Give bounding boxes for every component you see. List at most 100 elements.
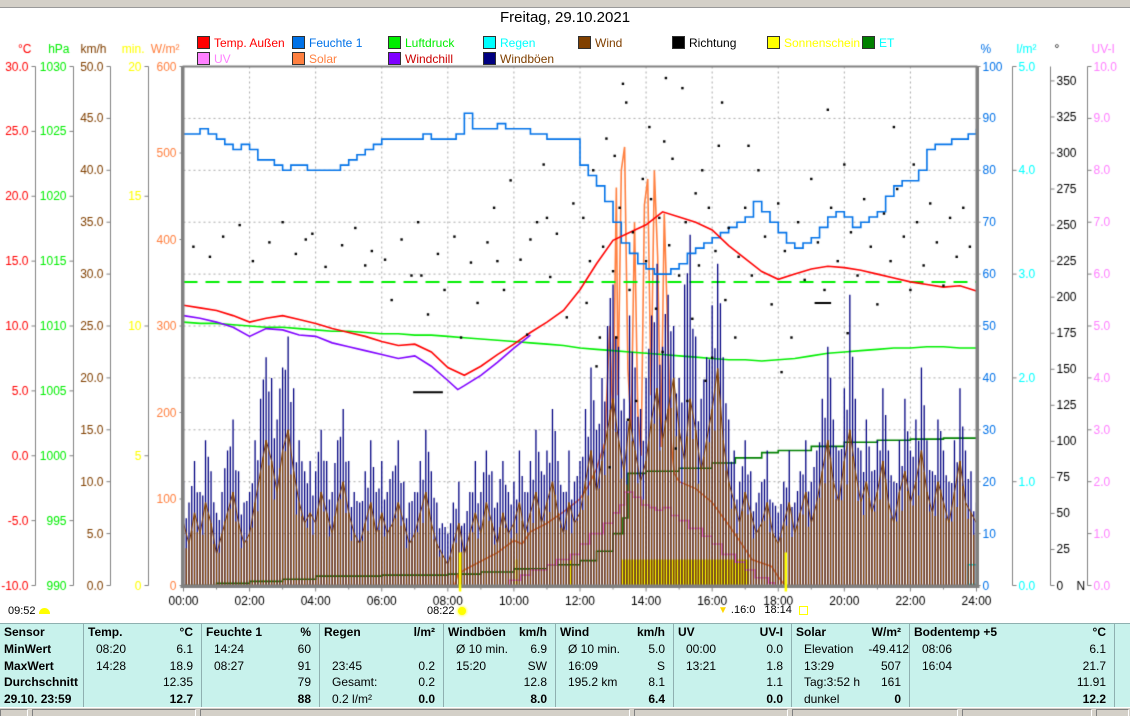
table-cell: [910, 691, 1034, 708]
table-column: Regenl/m²23:450.2Gesamt:0.20.2 l/m²0.0: [320, 624, 444, 708]
table-column-header: Regen: [320, 624, 392, 641]
table-cell: Ø 10 min.: [444, 641, 517, 658]
table-cell: SW 33.8: [517, 658, 555, 675]
table-row: 8.0: [444, 691, 555, 708]
table-cell: Ø 10 min.: [556, 641, 632, 658]
table-row: Gesamt:0.2: [320, 674, 443, 691]
table-cell: 0.0: [750, 691, 791, 708]
table-row: Tag:3:52 h161: [792, 674, 909, 691]
table-cell: 0.0: [400, 691, 443, 708]
table-cell: [910, 674, 1034, 691]
table-cell: 16:04: [910, 658, 1034, 675]
statusbar-pane: [962, 709, 1092, 716]
table-cell: 12.7: [160, 691, 201, 708]
table-cell: 00:00: [674, 641, 750, 658]
table-column-unit: l/m²: [392, 624, 443, 641]
peak-time-label: .16:0: [731, 604, 755, 616]
table-row: 88: [202, 691, 319, 708]
table-row: 16:09S 20.9: [556, 658, 673, 675]
table-column: Windböenkm/hØ 10 min.6.915:20SW 33.812.8…: [444, 624, 556, 708]
table-column: Feuchte 1%14:246008:27917988: [202, 624, 320, 708]
table-row: 12.2: [910, 691, 1114, 708]
table-column-header: Bodentemp +5: [910, 624, 1026, 641]
table-row: 29.10. 23:59: [0, 691, 83, 708]
table-row: Feuchte 1%: [202, 624, 319, 641]
table-column: Bodentemp +5°C08:066.116:0421.711.9112.2: [910, 624, 1115, 708]
table-column-unit: °C: [152, 624, 201, 641]
table-cell: [556, 691, 632, 708]
table-cell: 0.0: [750, 641, 791, 658]
table-row: 00:000.0: [674, 641, 791, 658]
table-row: dunkel0: [792, 691, 909, 708]
table-cell: dunkel: [792, 691, 868, 708]
table-row-header: MaxWert: [0, 658, 54, 675]
table-row: 14:2818.9: [84, 658, 201, 675]
sunrise-icon: [458, 607, 466, 615]
table-row: 14:2460: [202, 641, 319, 658]
moonrise-annotation: 09:52: [8, 605, 50, 617]
table-cell: 1.1: [750, 674, 791, 691]
sunrise-time: 08:22: [427, 605, 455, 617]
table-column: UVUV-I00:000.013:211.81.10.0: [674, 624, 792, 708]
table-row: 08:2791: [202, 658, 319, 675]
table-row: MinWert: [0, 641, 83, 658]
sunset-annotation: ▼ .16:0 18:14: [718, 604, 808, 616]
table-row-header-column: SensorMinWertMaxWertDurchschnitt29.10. 2…: [0, 624, 84, 708]
table-column-unit: km/h: [624, 624, 673, 641]
sunset-time: 18:14: [764, 604, 792, 616]
table-cell: Gesamt:: [320, 674, 400, 691]
table-cell: 88: [278, 691, 319, 708]
table-row: 0.0: [674, 691, 791, 708]
table-row: 1.1: [674, 674, 791, 691]
table-row: Regenl/m²: [320, 624, 443, 641]
table-cell: 6.4: [632, 691, 673, 708]
table-cell: 0.2 l/m²: [320, 691, 400, 708]
statusbar-pane: [1096, 709, 1129, 716]
weather-app-window: Freitag, 29.10.2021 Temp. AußenFeuchte 1…: [0, 0, 1130, 716]
table-cell: 0: [868, 691, 909, 708]
sunrise-annotation: 08:22: [427, 605, 466, 617]
table-column: SolarW/m²Elevation-49.41213:29507Tag:3:5…: [792, 624, 910, 708]
table-cell: 6.1: [1034, 641, 1114, 658]
table-cell: [444, 691, 517, 708]
table-row: 13:211.8: [674, 658, 791, 675]
table-cell: 13:21: [674, 658, 750, 675]
table-cell: 12.2: [1034, 691, 1114, 708]
table-cell: [400, 641, 443, 658]
table-cell: 5.0: [632, 641, 673, 658]
table-cell: 6.9: [517, 641, 555, 658]
table-row: MaxWert: [0, 658, 83, 675]
table-row: Elevation-49.412: [792, 641, 909, 658]
table-row: Windböenkm/h: [444, 624, 555, 641]
weather-chart-canvas: [0, 0, 1130, 618]
statistics-table: SensorMinWertMaxWertDurchschnitt29.10. 2…: [0, 623, 1130, 708]
table-cell: Elevation: [792, 641, 868, 658]
table-cell: 08:27: [202, 658, 278, 675]
statusbar-pane: [792, 709, 958, 716]
table-row: Bodentemp +5°C: [910, 624, 1114, 641]
table-column-header: Windböen: [444, 624, 509, 641]
table-cell: 12.35: [160, 674, 201, 691]
table-row: 6.4: [556, 691, 673, 708]
table-cell: 195.2 km: [556, 674, 632, 691]
table-cell: 0.2: [400, 658, 443, 675]
table-cell: 6.1: [160, 641, 201, 658]
table-row: Ø 10 min.6.9: [444, 641, 555, 658]
table-cell: 11.91: [1034, 674, 1114, 691]
table-column-header: Solar: [792, 624, 860, 641]
status-bar: [0, 707, 1130, 716]
table-cell: 79: [278, 674, 319, 691]
table-column-unit: UV-I: [742, 624, 791, 641]
table-cell: -49.412: [868, 641, 909, 658]
table-cell: 08:20: [84, 641, 160, 658]
moonrise-time: 09:52: [8, 605, 36, 617]
table-row: UVUV-I: [674, 624, 791, 641]
table-cell: 14:24: [202, 641, 278, 658]
table-row: 13:29507: [792, 658, 909, 675]
table-cell: 91: [278, 658, 319, 675]
table-cell: 14:28: [84, 658, 160, 675]
sunset-icon: [799, 606, 808, 615]
table-cell: Tag:3:52 h: [792, 674, 868, 691]
table-cell: 21.7: [1034, 658, 1114, 675]
table-cell: [84, 691, 160, 708]
